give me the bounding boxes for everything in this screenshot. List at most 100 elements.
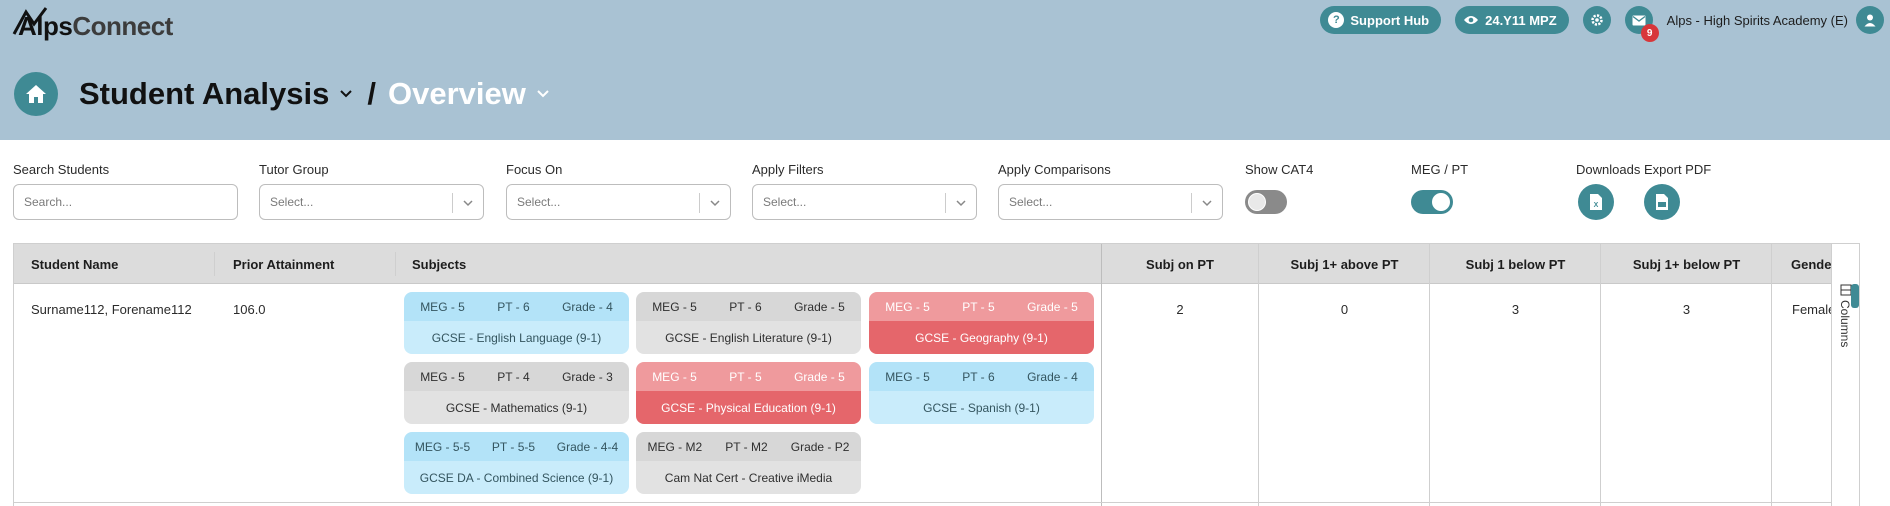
focus-on-filter: Focus On Select... <box>506 162 731 220</box>
select-divider <box>452 193 453 213</box>
subject-card[interactable]: MEG - 5 PT - 6 Grade - 4 GCSE - English La… <box>404 292 629 354</box>
export-pdf-filter: Export PDF <box>1644 162 1711 220</box>
subj-above-pt-cell: 0 <box>1340 302 1349 317</box>
grade-value: Grade - 4 <box>1027 369 1078 384</box>
tutor-group-label: Tutor Group <box>259 162 329 177</box>
subject-card[interactable]: MEG - M2 PT - M2 Grade - P2 Cam Nat Cert -… <box>636 432 861 494</box>
messages-button[interactable]: 9 <box>1624 6 1659 42</box>
pt-value: PT - 4 <box>497 369 530 384</box>
excel-file-icon: X <box>1590 194 1602 210</box>
settings-button[interactable] <box>1582 6 1611 34</box>
show-cat4-toggle[interactable] <box>1245 190 1287 214</box>
focus-on-select[interactable]: Select... <box>506 184 731 220</box>
chevron-down-icon <box>710 200 720 207</box>
chevron-down-icon <box>1202 200 1212 207</box>
apply-filters-select[interactable]: Select... <box>752 184 977 220</box>
user-menu-button[interactable] <box>1856 6 1884 34</box>
pt-value: PT - 5-5 <box>491 439 536 454</box>
apply-filters-label: Apply Filters <box>752 162 824 177</box>
header-subj-1-below-pt[interactable]: Subj 1 below PT <box>1430 244 1601 284</box>
show-cat4-filter: Show CAT4 <box>1245 162 1313 220</box>
apply-comparisons-value: Select... <box>1009 195 1053 209</box>
page-subtitle[interactable]: Overview <box>388 76 526 112</box>
pt-value: PT - 5 <box>729 369 762 384</box>
meg-value: MEG - 5-5 <box>414 439 471 454</box>
meg-value: MEG - 5 <box>885 299 930 314</box>
pt-value: PT - 5 <box>962 299 995 314</box>
app-header: AlpsConnect ? Support Hub 24.Y11 MPZ 9 A… <box>0 0 1890 140</box>
gender-cell: Female <box>1792 302 1836 317</box>
table-header: Student Name Prior Attainment Subjects S… <box>14 244 1859 284</box>
subject-name: Cam Nat Cert - Creative iMedia <box>636 461 861 494</box>
header-subj-below-pt[interactable]: Subj 1+ below PT <box>1601 244 1772 284</box>
search-input[interactable]: Search... <box>13 184 238 220</box>
header-prior-attainment[interactable]: Prior Attainment <box>233 244 383 284</box>
prior-attainment-cell: 106.0 <box>233 302 266 317</box>
column-divider <box>1101 244 1102 506</box>
downloads-filter: Downloads X <box>1576 162 1640 220</box>
search-placeholder: Search... <box>24 195 73 209</box>
subject-card[interactable]: MEG - 5 PT - 6 Grade - 5 GCSE - English Li… <box>636 292 861 354</box>
grade-value: Grade - 5 <box>1027 299 1078 314</box>
select-divider <box>699 193 700 213</box>
student-table: Student Name Prior Attainment Subjects S… <box>13 243 1860 506</box>
alps-connect-logo[interactable]: AlpsConnect <box>12 6 173 42</box>
meg-value: MEG - 5 <box>885 369 930 384</box>
subject-name: GCSE - Geography (9-1) <box>869 321 1094 354</box>
subj-below-pt-cell: 3 <box>1682 302 1691 317</box>
data-selector-button[interactable]: 24.Y11 MPZ <box>1455 6 1569 34</box>
title-chevron-down-icon[interactable] <box>337 85 355 103</box>
header-divider <box>395 252 396 276</box>
student-name-cell[interactable]: Surname112, Forename112 <box>31 302 192 317</box>
subject-card[interactable]: MEG - 5-5 PT - 5-5 Grade - 4-4 GCSE DA - C… <box>404 432 629 494</box>
grade-value: Grade - P2 <box>790 439 850 454</box>
meg-value: MEG - 5 <box>652 369 697 384</box>
page-title[interactable]: Student Analysis <box>79 76 329 112</box>
pt-value: PT - 6 <box>729 299 762 314</box>
question-icon: ? <box>1328 12 1345 28</box>
grade-value: Grade - 3 <box>562 369 613 384</box>
subtitle-chevron-down-icon[interactable] <box>534 85 552 103</box>
subject-name: GCSE - English Literature (9-1) <box>636 321 861 354</box>
subject-card[interactable]: MEG - 5 PT - 5 Grade - 5 GCSE - Physical E… <box>636 362 861 424</box>
tutor-group-filter: Tutor Group Select... <box>259 162 484 220</box>
chevron-down-icon <box>956 200 966 207</box>
export-pdf-button[interactable] <box>1644 184 1680 220</box>
subj-1-below-pt-cell: 3 <box>1511 302 1520 317</box>
subject-name: GCSE - Physical Education (9-1) <box>636 391 861 424</box>
support-hub-button[interactable]: ? Support Hub <box>1320 6 1442 34</box>
header-subjects[interactable]: Subjects <box>412 244 532 284</box>
data-selector-label: 24.Y11 MPZ <box>1485 12 1557 28</box>
grade-value: Grade - 4 <box>562 299 613 314</box>
select-divider <box>1191 193 1192 213</box>
download-excel-button[interactable]: X <box>1578 184 1614 220</box>
chevron-down-icon <box>463 200 473 207</box>
apply-filters-value: Select... <box>763 195 807 209</box>
header-student-name[interactable]: Student Name <box>31 244 181 284</box>
apply-comparisons-select[interactable]: Select... <box>998 184 1223 220</box>
subject-name: GCSE - English Language (9-1) <box>404 321 629 354</box>
subject-card[interactable]: MEG - 5 PT - 4 Grade - 3 GCSE - Mathematic… <box>404 362 629 424</box>
columns-side-panel[interactable]: Columns <box>1831 244 1859 506</box>
column-divider <box>1771 244 1772 506</box>
search-students-label: Search Students <box>13 162 110 177</box>
topbar-actions: ? Support Hub 24.Y11 MPZ 9 Alps - High S… <box>1320 6 1890 42</box>
subject-card[interactable]: MEG - 5 PT - 6 Grade - 4 GCSE - Spanish (9… <box>869 362 1094 424</box>
meg-pt-toggle[interactable] <box>1411 190 1453 214</box>
focus-on-value: Select... <box>517 195 561 209</box>
column-divider <box>1429 244 1430 506</box>
focus-on-label: Focus On <box>506 162 563 177</box>
header-subj-on-pt[interactable]: Subj on PT <box>1102 244 1258 284</box>
tutor-group-value: Select... <box>270 195 314 209</box>
column-divider <box>1258 244 1259 506</box>
tutor-group-select[interactable]: Select... <box>259 184 484 220</box>
column-divider <box>1600 244 1601 506</box>
account-name[interactable]: Alps - High Spirits Academy (E) <box>1667 13 1848 28</box>
home-button[interactable] <box>14 72 58 116</box>
header-subj-above-pt[interactable]: Subj 1+ above PT <box>1259 244 1430 284</box>
subject-card[interactable]: MEG - 5 PT - 5 Grade - 5 GCSE - Geography … <box>869 292 1094 354</box>
grade-value: Grade - 5 <box>794 369 845 384</box>
meg-value: MEG - M2 <box>647 439 703 454</box>
grade-value: Grade - 5 <box>794 299 845 314</box>
scrollbar-thumb[interactable] <box>1851 284 1859 308</box>
